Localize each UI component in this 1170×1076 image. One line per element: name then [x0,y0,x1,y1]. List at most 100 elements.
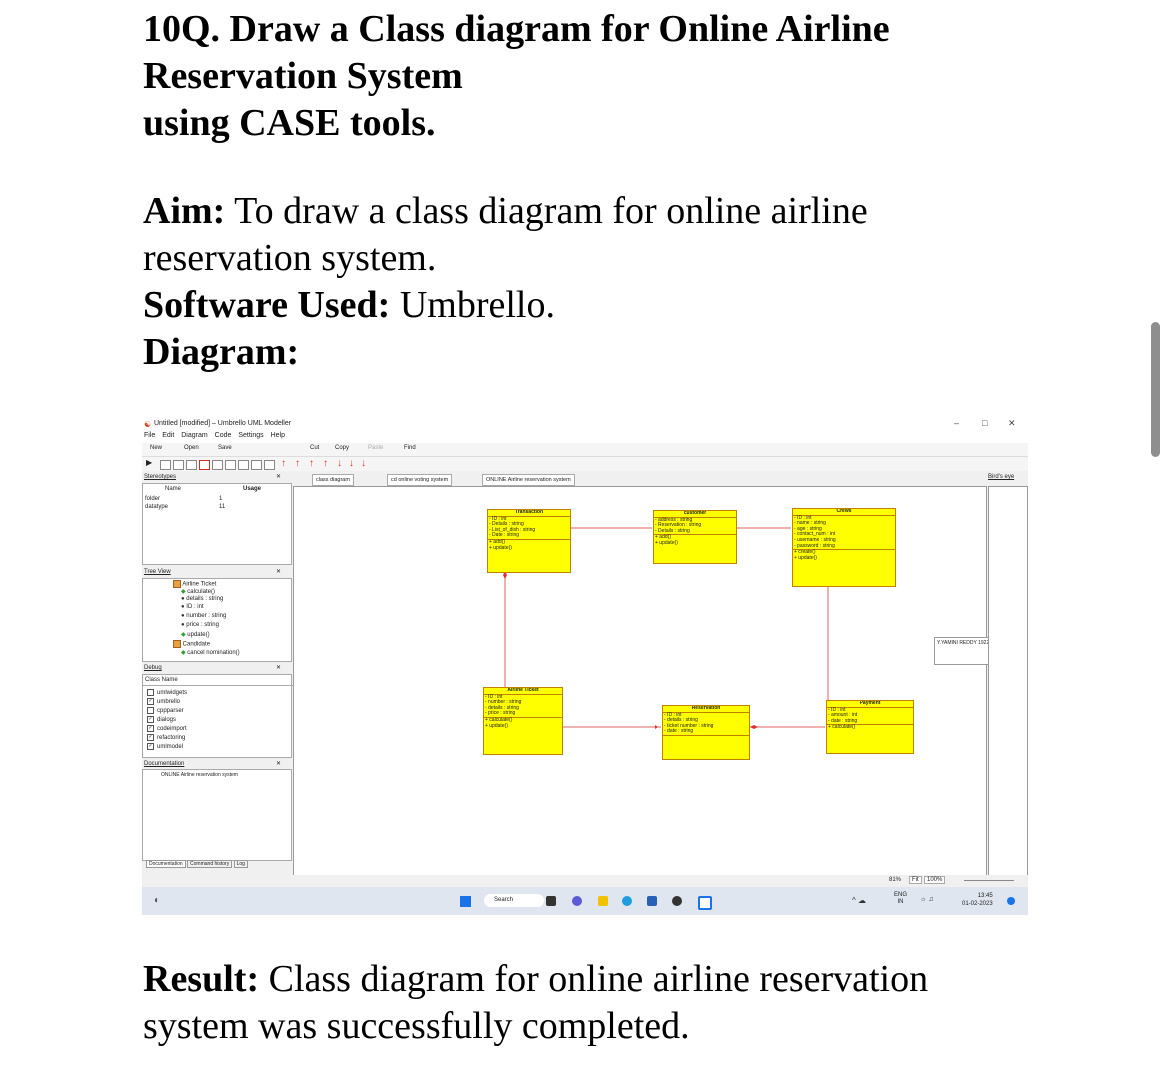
menu-help[interactable]: Help [271,432,285,439]
checkbox-icon[interactable]: ✓ [147,725,154,732]
debug-close-icon[interactable]: ✕ [276,664,281,671]
class-payment[interactable]: Payment - ID : int - amount : int - date … [826,700,914,754]
documentation-close-icon[interactable]: ✕ [276,760,281,767]
dependency-arrow-icon[interactable]: ↓ [337,458,342,469]
debug-item[interactable]: ✓ umlmodel [147,743,183,750]
class-crews[interactable]: Crews - ID : int - name : string - age : … [792,508,896,587]
tree-item[interactable]: ● details : string [181,596,223,602]
open-button[interactable]: Open [184,445,199,451]
windows-start-icon[interactable] [460,896,471,907]
tab-log[interactable]: Log [233,860,248,868]
tree-item[interactable]: Airline Ticket [173,580,216,588]
composition-arrow-icon[interactable]: ↑ [309,458,314,469]
heading-line-3: using CASE tools. [143,102,436,144]
store-icon[interactable] [647,896,657,906]
class-airline-ticket[interactable]: Airline Ticket - ID : int - number : stri… [483,687,563,755]
select-arrow-icon[interactable]: ▶ [146,458,155,467]
weather-icon[interactable]: ◐ [154,895,160,906]
documentation-item[interactable]: ONLINE Airline reservation system [161,772,238,778]
checkbox-icon[interactable]: ✓ [147,716,154,723]
stereotypes-close-icon[interactable]: ✕ [276,473,281,480]
tab-command-history[interactable]: Command history [187,860,233,868]
save-button[interactable]: Save [218,445,232,451]
tab-class-diagram[interactable]: class diagram [312,474,354,486]
enum-tool-icon[interactable] [212,460,223,470]
zoom-slider[interactable] [964,880,1014,881]
stereotype-name[interactable]: datatype [145,504,168,510]
menu-code[interactable]: Code [215,432,232,439]
class-icon [173,640,181,648]
checkbox-icon[interactable] [147,707,154,714]
checkbox-icon[interactable] [147,689,154,696]
copy-button[interactable]: Copy [335,445,349,451]
aggregation-arrow-icon[interactable]: ↑ [323,458,328,469]
checkbox-icon[interactable]: ✓ [147,734,154,741]
clock[interactable]: 13:45 01-02-2023 [962,892,993,908]
birds-eye-view[interactable] [988,486,1028,880]
debug-item[interactable]: umlwidgets [147,689,187,696]
package-tool-icon[interactable] [173,460,184,470]
restore-icon[interactable]: □ [982,418,987,428]
diagram-canvas[interactable]: Transaction - ID : int - Details : string… [293,486,1020,880]
note-tool-icon[interactable] [251,460,262,470]
teams-icon[interactable] [572,896,582,906]
template-tool-icon[interactable] [238,460,249,470]
menu-edit[interactable]: Edit [162,432,174,439]
new-button[interactable]: New [150,445,162,451]
debug-item[interactable]: ✓ codeimport [147,725,187,732]
class-transaction[interactable]: Transaction - ID : int - Details : string… [487,509,571,573]
notification-icon[interactable] [1007,897,1015,905]
edge-icon[interactable] [622,896,632,906]
association-arrow-icon[interactable]: ↑ [281,458,286,469]
debug-item[interactable]: ✓ dialogs [147,716,176,723]
realization-arrow-icon[interactable]: ↓ [349,458,354,469]
entity-tool-icon[interactable] [225,460,236,470]
tree-item[interactable]: ● number : string [181,613,226,619]
taskbar-search[interactable]: Search [484,894,544,907]
box-tool-icon[interactable] [264,460,275,470]
tree-item[interactable]: ● price : string [181,622,219,628]
tree-item[interactable]: Candidate [173,640,210,648]
language-indicator[interactable]: ENG IN [894,892,907,906]
stereotype-name[interactable]: folder [145,496,160,502]
tab-cd-online-voting[interactable]: cd online voting system [387,474,453,486]
find-button[interactable]: Find [404,445,416,451]
tree-item[interactable]: ◆ update() [181,631,210,638]
fit-button[interactable]: Fit [909,876,922,884]
close-icon[interactable]: ✕ [1008,418,1016,429]
debug-item-label: refactoring [157,735,186,742]
page-scrollbar[interactable] [1151,322,1160,457]
class-customer[interactable]: customer - address : string - Reservation… [653,510,737,564]
class-tool-icon[interactable] [160,460,171,470]
tab-documentation[interactable]: Documentation [146,860,186,868]
tree-item[interactable]: ◆ calculate() [181,588,215,595]
network-volume-icon[interactable]: ☼ ♫ [920,896,934,903]
containment-arrow-icon[interactable]: ↓ [361,458,366,469]
aim-paragraph: Aim: To draw a class diagram for online … [143,188,963,282]
menu-diagram[interactable]: Diagram [181,432,207,439]
tree-view-close-icon[interactable]: ✕ [276,568,281,575]
generalization-arrow-icon[interactable]: ↑ [295,458,300,469]
tray-icons[interactable]: ^ ☁ [852,896,866,905]
dell-icon[interactable] [672,896,682,906]
checkbox-icon[interactable]: ✓ [147,698,154,705]
taskview-icon[interactable] [546,896,556,906]
cut-button[interactable]: Cut [310,445,319,451]
tree-item[interactable]: ◆ cancel nomination() [181,649,240,656]
debug-item[interactable]: ✓ umbrello [147,698,180,705]
minimize-icon[interactable]: – [954,418,959,428]
file-explorer-icon[interactable] [598,896,608,906]
class-reservation[interactable]: Reservation - ID : int - details : string… [662,705,750,760]
tab-online-airline[interactable]: ONLINE Airline reservation system [482,474,575,486]
datatype-tool-icon[interactable] [199,460,210,470]
menu-file[interactable]: File [144,432,155,439]
zoom-100-button[interactable]: 100% [924,876,946,884]
paste-button[interactable]: Paste [368,445,383,451]
menu-settings[interactable]: Settings [238,432,263,439]
tree-item[interactable]: ● ID : int [181,604,204,610]
debug-item[interactable]: cppparser [147,707,184,714]
umbrello-taskbar-icon[interactable] [698,896,712,910]
checkbox-icon[interactable]: ✓ [147,743,154,750]
debug-item[interactable]: ✓ refactoring [147,734,185,741]
interface-tool-icon[interactable] [186,460,197,470]
